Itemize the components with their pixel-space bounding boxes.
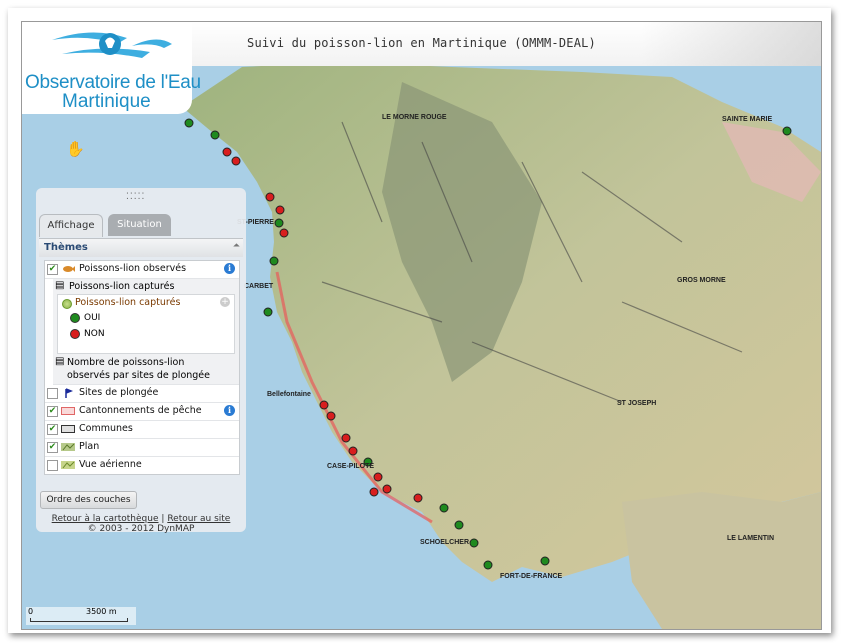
map-label: GROS MORNE xyxy=(677,277,726,284)
legend-oui-swatch xyxy=(70,313,80,323)
scale-end-label: 3500 m xyxy=(86,607,117,616)
layer-label: Vue aérienne xyxy=(79,459,142,470)
layer-list: ✔ Poissons-lion observés i ▤ Poissons-li… xyxy=(44,260,240,475)
info-icon[interactable]: i xyxy=(224,263,235,274)
layer-checkbox[interactable]: ✔ xyxy=(47,406,58,417)
themes-header: Thèmes ⏶ xyxy=(39,238,243,257)
tab-affichage[interactable]: Affichage xyxy=(39,214,103,237)
legend-oui-label: OUI xyxy=(84,313,101,323)
commune-area-icon xyxy=(61,425,75,433)
layer-row-poissons-observes: ✔ Poissons-lion observés i xyxy=(45,261,239,279)
map-label: ST JOSEPH xyxy=(617,400,656,407)
layer-label: Poissons-lion observés xyxy=(79,263,187,274)
map-label: Bellefontaine xyxy=(267,391,311,398)
back-to-cartotheque-link[interactable]: Retour à la cartothèque xyxy=(52,514,159,524)
sublayer-group: ▤ Poissons-lion capturés Poissons-lion c… xyxy=(53,279,239,385)
logo[interactable]: Observatoire de l'Eau Martinique xyxy=(22,22,201,114)
pan-hand-icon[interactable]: ✋ xyxy=(66,140,85,158)
layer-label: Communes xyxy=(79,423,133,434)
layer-row-sites-plongee: Sites de plongée xyxy=(45,385,239,403)
layer-order-button[interactable]: Ordre des couches xyxy=(40,491,137,509)
map-label: SCHOELCHER xyxy=(420,539,469,546)
link-separator: | xyxy=(161,514,165,524)
layer-panel: ⁚⁚⁚⁚⁚ Affichage Situation Thèmes ⏶ ✔ Poi… xyxy=(36,188,246,534)
layer-row-vue-aerienne: Vue aérienne xyxy=(45,457,239,474)
scale-line xyxy=(30,618,128,622)
window-frame: LE MORNE ROUGE ST-PIERRE CARBET Bellefon… xyxy=(8,8,831,633)
layer-row-plan: ✔ Plan xyxy=(45,439,239,457)
captured-legend: Poissons-lion capturés + OUI NON xyxy=(57,294,235,354)
layer-checkbox[interactable] xyxy=(47,388,58,399)
document-icon: ▤ xyxy=(55,280,65,291)
count-label-line1: Nombre de poissons-lion xyxy=(67,357,185,368)
scale-bar: 0 3500 m xyxy=(26,607,136,625)
layer-label: Sites de plongée xyxy=(79,387,159,398)
layer-label: Plan xyxy=(79,441,100,452)
lamentin-plain xyxy=(622,492,821,629)
logo-wave-icon xyxy=(52,32,172,58)
fish-icon xyxy=(63,266,75,272)
themes-title: Thèmes xyxy=(44,242,88,253)
aerial-view-icon xyxy=(61,461,75,469)
footer-links: Retour à la cartothèque | Retour au site… xyxy=(36,514,246,534)
tab-situation[interactable]: Situation xyxy=(108,214,171,236)
map-label: SAINTE MARIE xyxy=(722,116,773,123)
layer-checkbox[interactable]: ✔ xyxy=(47,264,58,275)
map-label: LE MORNE ROUGE xyxy=(382,114,447,121)
layer-row-cantonnements: ✔ Cantonnements de pêche i xyxy=(45,403,239,421)
dive-flag-icon xyxy=(65,388,74,398)
sublayer-captured-header: ▤ Poissons-lion capturés xyxy=(53,279,239,294)
document-icon: ▤ xyxy=(55,356,65,367)
panel-drag-handle[interactable]: ⁚⁚⁚⁚⁚ xyxy=(126,192,145,202)
count-label-line2: observés par sites de plongée xyxy=(67,370,211,381)
map-view[interactable]: LE MORNE ROUGE ST-PIERRE CARBET Bellefon… xyxy=(21,21,822,630)
copyright-text: © 2003 - 2012 DynMAP xyxy=(87,524,195,534)
map-label: FORT-DE-FRANCE xyxy=(500,573,563,580)
scale-start-label: 0 xyxy=(28,607,34,616)
info-icon[interactable]: i xyxy=(224,405,235,416)
radio-label: Poissons-lion capturés xyxy=(75,297,181,308)
map-plan-icon xyxy=(61,443,75,451)
layer-row-communes: ✔ Communes xyxy=(45,421,239,439)
logo-text-line2: Martinique xyxy=(62,91,151,112)
layer-checkbox[interactable] xyxy=(47,460,58,471)
radio-selected-icon[interactable] xyxy=(62,299,72,309)
back-to-site-link[interactable]: Retour au site xyxy=(167,514,230,524)
layer-checkbox[interactable]: ✔ xyxy=(47,442,58,453)
legend-non-swatch xyxy=(70,329,80,339)
expand-plus-icon[interactable]: + xyxy=(220,297,230,307)
sublayer-title: Poissons-lion capturés xyxy=(69,281,175,292)
collapse-icon[interactable]: ⏶ xyxy=(233,241,240,251)
map-label: CASE-PILOTE xyxy=(327,463,374,470)
reserve-area-icon xyxy=(61,407,75,415)
layer-label: Cantonnements de pêche xyxy=(79,405,202,416)
layer-checkbox[interactable]: ✔ xyxy=(47,424,58,435)
map-label: CARBET xyxy=(244,283,274,290)
map-label: LE LAMENTIN xyxy=(727,535,774,542)
sublayer-count-row: ▤ Nombre de poissons-lion observés par s… xyxy=(53,354,239,384)
legend-non-label: NON xyxy=(84,329,105,339)
